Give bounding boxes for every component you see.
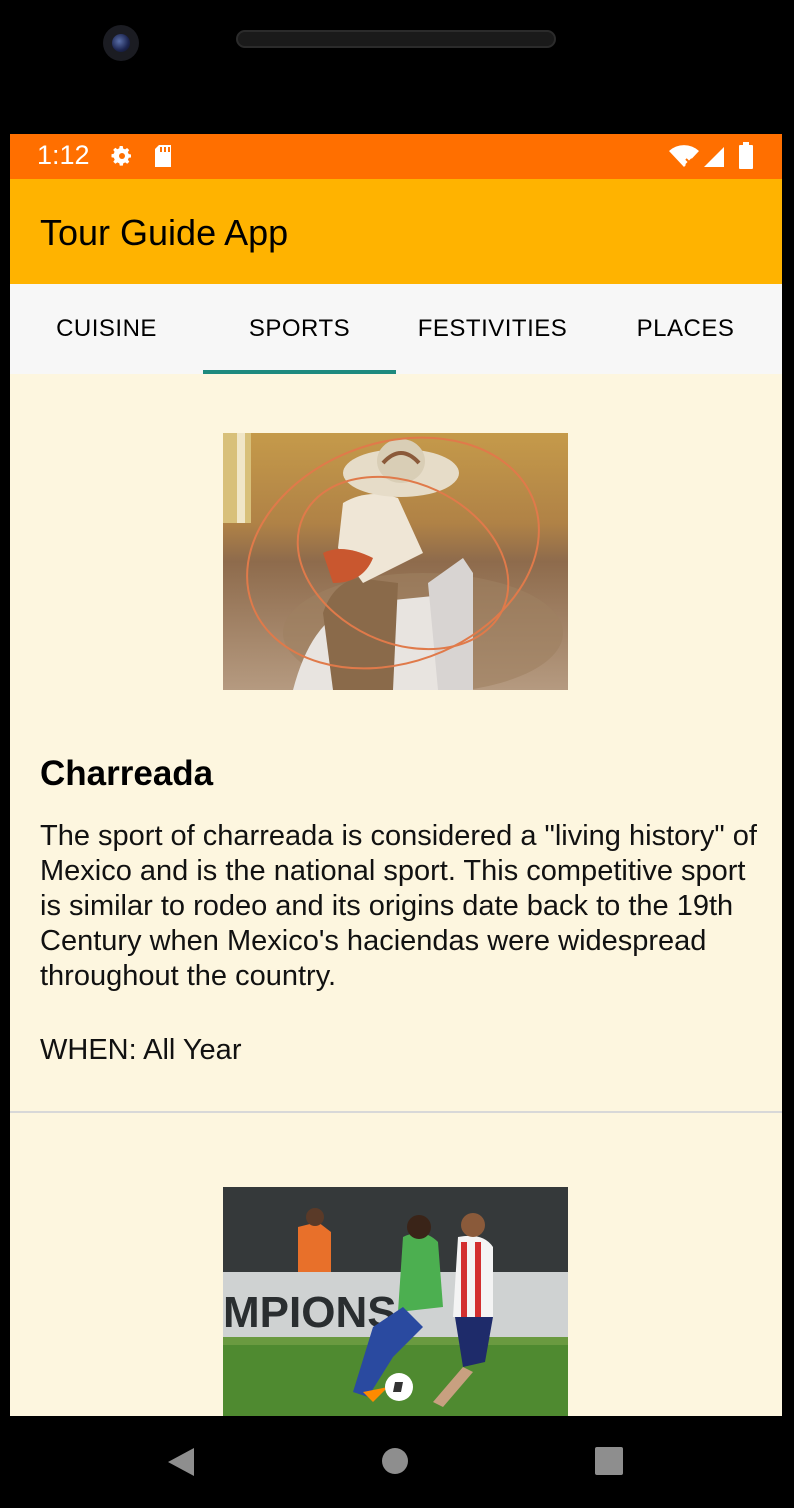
status-time: 1:12 [37,140,90,170]
navigation-bar [0,1416,794,1508]
tab-festivities[interactable]: FESTIVITIES [396,284,589,374]
tab-cuisine[interactable]: CUISINE [10,284,203,374]
tab-places[interactable]: PLACES [589,284,782,374]
card-when-charreada: WHEN: All Year [40,1034,242,1066]
front-camera [103,25,139,61]
battery-icon [738,142,754,175]
description-line: Mexico and is the national sport. This c… [40,855,746,887]
app-bar: Tour Guide App [10,179,782,284]
soccer-banner-text: MPIONS [223,1288,397,1337]
recents-icon[interactable] [594,1447,624,1480]
tab-bar: CUISINE SPORTS FESTIVITIES PLACES [10,284,782,374]
soccer-photo: MPIONS [223,1187,568,1416]
description-line: is similar to rodeo and its origins date… [40,890,734,922]
charreada-photo [223,433,568,690]
gear-icon [110,144,134,173]
card-description-charreada: The sport of charreada is considered a "… [40,819,782,994]
wifi-icon [668,145,700,174]
card-title-charreada: Charreada [40,754,214,793]
description-line: Century when Mexico's haciendas were wid… [40,925,707,957]
app-title: Tour Guide App [40,212,289,253]
description-line: The sport of charreada is considered a "… [40,820,757,852]
signal-icon [702,145,726,174]
back-icon[interactable] [166,1446,196,1483]
card-divider [10,1111,782,1113]
earpiece-speaker [236,30,556,48]
home-icon[interactable] [381,1447,409,1480]
sd-card-icon [153,144,173,173]
tab-selected-indicator [203,370,396,374]
description-line: throughout the country. [40,960,337,992]
tab-sports[interactable]: SPORTS [203,284,396,374]
app-screen: 1:12 Tour Guide App CUISINE SPORTS FESTI… [10,134,782,1416]
status-bar: 1:12 [10,134,782,179]
